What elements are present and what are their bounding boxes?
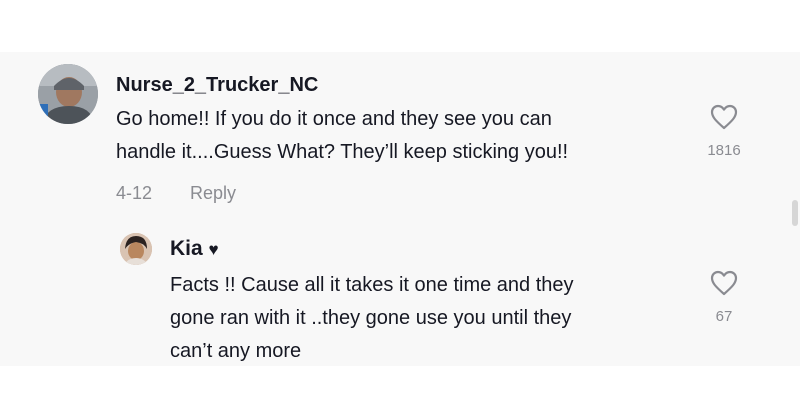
comment-text-line: Go home!! If you do it once and they see… — [116, 108, 552, 130]
heart-outline-icon — [710, 104, 738, 130]
user-photo-icon — [120, 233, 152, 265]
reply-button[interactable]: Reply — [190, 183, 236, 204]
reply-avatar[interactable] — [120, 233, 152, 265]
reply-text-line: can’t any more — [170, 340, 302, 362]
reply-username-text: Kia — [170, 237, 203, 260]
heart-emoji-icon: ♥ — [208, 240, 219, 259]
comment-text: Go home!! If you do it once and they see… — [116, 103, 568, 169]
avatar[interactable] — [38, 64, 98, 124]
user-photo-icon — [38, 64, 98, 124]
scrollbar[interactable] — [792, 200, 798, 226]
comment-username[interactable]: Nurse_2_Trucker_NC — [116, 74, 318, 97]
reply-like-button[interactable]: 67 — [699, 270, 749, 325]
reply-text-line: Facts !! Cause all it takes it one time … — [170, 274, 574, 296]
comment-date: 4-12 — [116, 183, 153, 203]
reply-username[interactable]: Kia ♥ — [170, 237, 219, 261]
like-count: 67 — [715, 308, 733, 325]
comment-text-line: handle it....Guess What? They’ll keep st… — [116, 141, 569, 163]
reply-text-line: gone ran with it ..they gone use you unt… — [170, 307, 572, 329]
heart-outline-icon — [710, 270, 738, 296]
reply-text: Facts !! Cause all it takes it one time … — [170, 269, 574, 368]
like-button[interactable]: 1816 — [699, 104, 749, 159]
like-count: 1816 — [707, 142, 741, 159]
